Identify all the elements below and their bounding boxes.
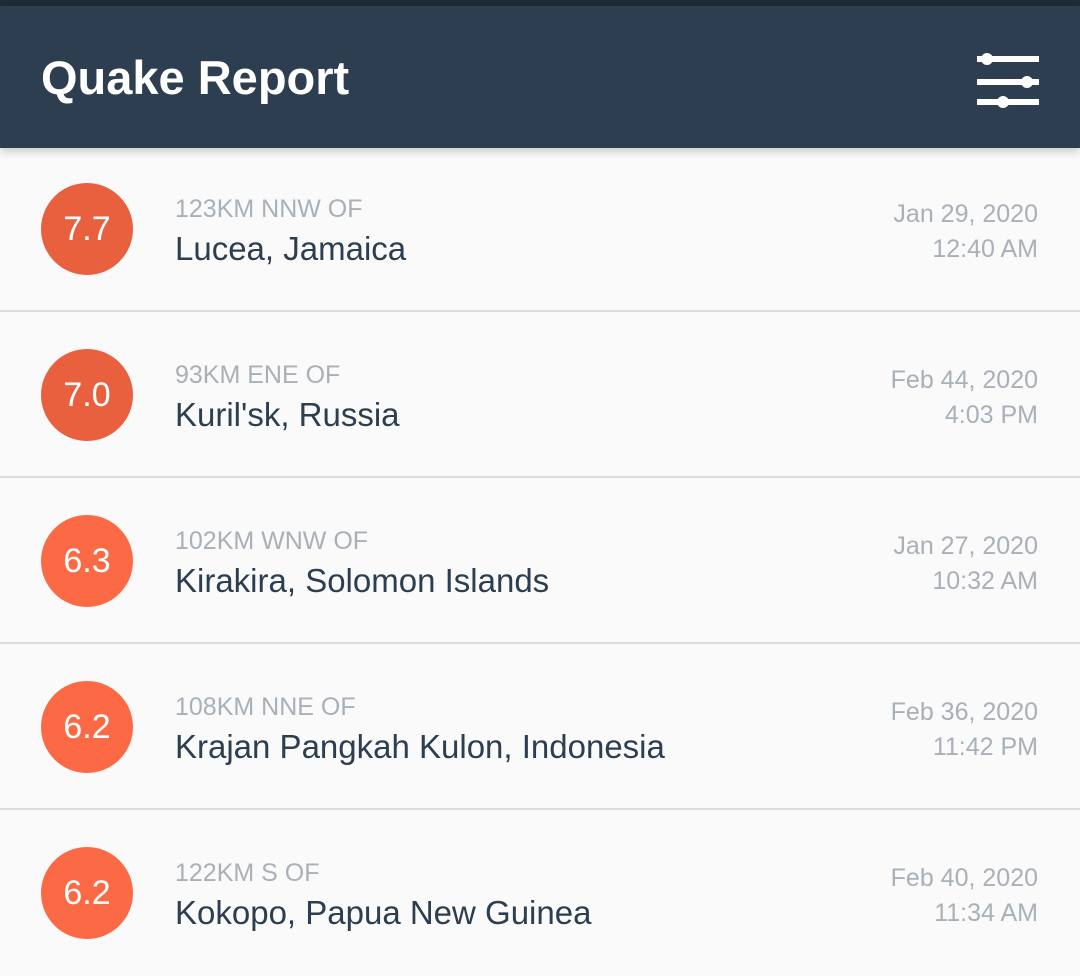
row-divider — [0, 642, 1080, 644]
magnitude-badge: 6.2 — [41, 681, 133, 773]
primary-location: Lucea, Jamaica — [175, 230, 407, 267]
magnitude-badge: 7.7 — [41, 183, 133, 275]
quake-date: Jan 29, 2020 — [893, 200, 1038, 228]
row-divider — [0, 808, 1080, 810]
earthquake-list-item[interactable]: 6.2 122KM S OF Kokopo, Papua New Guinea … — [0, 812, 1080, 976]
quake-date: Feb 44, 2020 — [890, 366, 1038, 394]
quake-time: 11:42 PM — [932, 733, 1038, 761]
app-title: Quake Report — [41, 51, 350, 104]
quake-time: 10:32 AM — [932, 567, 1038, 595]
row-divider — [0, 476, 1080, 478]
location-offset: 93KM ENE OF — [175, 361, 341, 389]
earthquake-list-item[interactable]: 6.2 108KM NNE OF Krajan Pangkah Kulon, I… — [0, 646, 1080, 810]
tune-sliders-icon — [977, 53, 1039, 108]
primary-location: Krajan Pangkah Kulon, Indonesia — [175, 728, 665, 765]
quake-time: 12:40 AM — [932, 235, 1038, 263]
primary-location: Kirakira, Solomon Islands — [175, 562, 550, 599]
row-divider — [0, 310, 1080, 312]
location-offset: 123KM NNW OF — [175, 195, 363, 223]
location-offset: 102KM WNW OF — [175, 527, 369, 555]
quake-time: 11:34 AM — [934, 899, 1038, 927]
primary-location: Kuril'sk, Russia — [175, 396, 400, 433]
earthquake-list-item[interactable]: 6.3 102KM WNW OF Kirakira, Solomon Islan… — [0, 480, 1080, 644]
quake-time: 4:03 PM — [944, 401, 1038, 429]
earthquake-list-item[interactable]: 7.0 93KM ENE OF Kuril'sk, Russia Feb 44,… — [0, 314, 1080, 478]
quake-date: Jan 27, 2020 — [893, 532, 1038, 560]
location-offset: 122KM S OF — [175, 859, 320, 887]
location-offset: 108KM NNE OF — [175, 693, 356, 721]
magnitude-badge: 6.3 — [41, 515, 133, 607]
filter-settings-button[interactable] — [966, 40, 1050, 116]
app-bar: Quake Report — [0, 6, 1080, 148]
earthquake-list-item[interactable]: 7.7 123KM NNW OF Lucea, Jamaica Jan 29, … — [0, 148, 1080, 312]
quake-date: Feb 40, 2020 — [890, 864, 1038, 892]
magnitude-badge: 7.0 — [41, 349, 133, 441]
primary-location: Kokopo, Papua New Guinea — [175, 894, 592, 931]
magnitude-badge: 6.2 — [41, 847, 133, 939]
quake-date: Feb 36, 2020 — [890, 698, 1038, 726]
